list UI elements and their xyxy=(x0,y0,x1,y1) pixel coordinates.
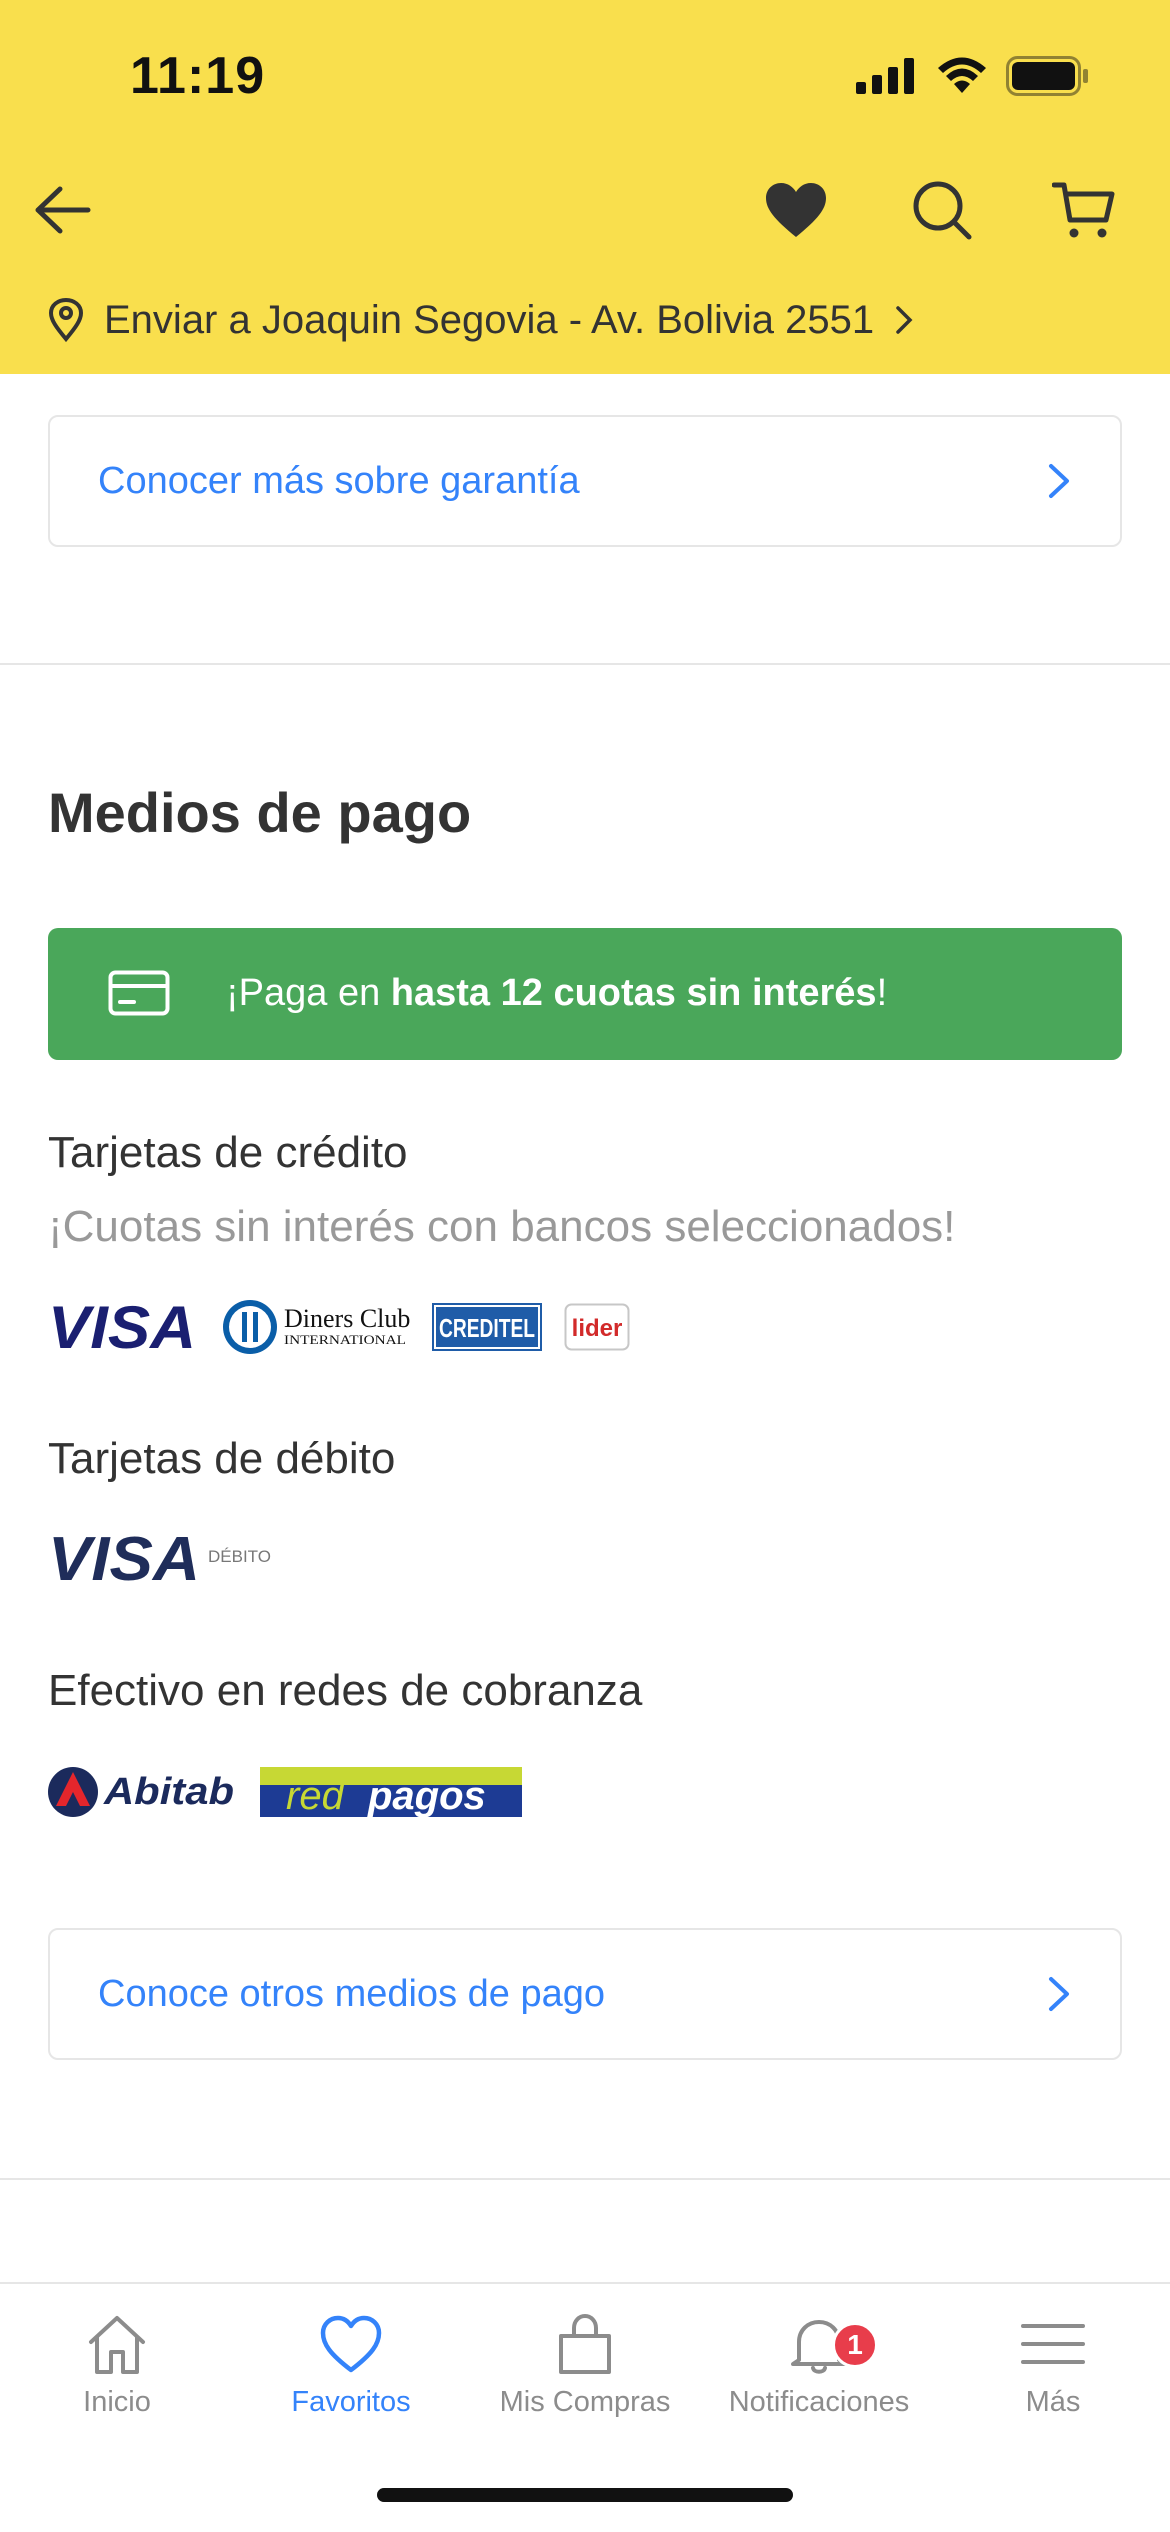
creditel-logo: CREDITEL xyxy=(432,1303,542,1351)
header-nav xyxy=(0,160,1170,250)
shipping-address[interactable]: Enviar a Joaquin Segovia - Av. Bolivia 2… xyxy=(48,290,914,350)
tab-label: Inicio xyxy=(83,2386,151,2418)
search-icon xyxy=(913,181,972,240)
back-button[interactable] xyxy=(22,170,102,250)
home-indicator[interactable] xyxy=(377,2488,793,2502)
tab-label: Más xyxy=(1025,2386,1081,2418)
tab-favoritos[interactable]: Favoritos xyxy=(234,2312,468,2419)
tab-notificaciones[interactable]: 1 Notificaciones xyxy=(702,2312,936,2419)
arrow-left-icon xyxy=(35,186,91,234)
credit-card-icon xyxy=(108,970,170,1021)
section-divider xyxy=(0,2178,1170,2180)
svg-text:red: red xyxy=(286,1774,346,1817)
app-header: 11:19 Enviar a Joaquin Segovia - Av. Bol… xyxy=(0,0,1170,374)
guarantee-link[interactable]: Conocer más sobre garantía xyxy=(48,415,1122,547)
credit-cards-subtitle: ¡Cuotas sin interés con bancos seleccion… xyxy=(48,1202,956,1251)
redpagos-logo: red pagos xyxy=(260,1767,522,1817)
tab-inicio[interactable]: Inicio xyxy=(0,2312,234,2419)
abitab-logo: Abitab xyxy=(48,1767,234,1817)
notification-badge: 1 xyxy=(832,2322,878,2368)
favorites-button[interactable] xyxy=(756,170,836,250)
payment-methods-title: Medios de pago xyxy=(48,781,472,844)
svg-text:pagos: pagos xyxy=(367,1774,486,1817)
status-bar: 11:19 xyxy=(0,0,1170,150)
heart-filled-icon xyxy=(766,183,826,237)
tab-mis-compras[interactable]: Mis Compras xyxy=(468,2312,702,2419)
tab-label: Notificaciones xyxy=(728,2386,910,2418)
cart-button[interactable] xyxy=(1044,170,1124,250)
visa-debit-logo: VISA DÉBITO xyxy=(48,1528,271,1584)
chevron-right-icon xyxy=(1049,464,1069,498)
installments-banner-text: ¡Paga en hasta 12 cuotas sin interés! xyxy=(226,972,887,1015)
cash-networks-title: Efectivo en redes de cobranza xyxy=(48,1666,643,1715)
svg-text:Diners Club: Diners Club xyxy=(284,1304,410,1333)
cart-icon xyxy=(1052,182,1115,238)
svg-text:VISA: VISA xyxy=(48,1528,200,1584)
guarantee-link-label: Conocer más sobre garantía xyxy=(98,459,580,502)
svg-text:INTERNATIONAL: INTERNATIONAL xyxy=(284,1332,406,1347)
credit-card-logos: VISA Diners Club INTERNATIONAL CREDITEL … xyxy=(48,1300,630,1354)
diners-club-logo: Diners Club INTERNATIONAL xyxy=(223,1300,410,1354)
svg-text:lider: lider xyxy=(572,1315,623,1342)
svg-text:Abitab: Abitab xyxy=(103,1771,234,1813)
promo-suffix: ! xyxy=(876,972,888,1014)
status-time: 11:19 xyxy=(130,47,266,105)
promo-highlight: hasta 12 cuotas sin interés xyxy=(390,972,877,1014)
wifi-icon xyxy=(936,57,988,100)
credit-cards-title: Tarjetas de crédito xyxy=(48,1128,408,1177)
battery-icon xyxy=(1006,56,1090,101)
tab-label: Favoritos xyxy=(291,2386,411,2418)
signal-icon xyxy=(856,58,918,99)
status-icons xyxy=(856,56,1090,101)
installments-banner: ¡Paga en hasta 12 cuotas sin interés! xyxy=(48,928,1122,1060)
tab-label: Mis Compras xyxy=(499,2386,671,2418)
tab-mas[interactable]: Más xyxy=(936,2312,1170,2419)
svg-text:DÉBITO: DÉBITO xyxy=(208,1547,271,1566)
lider-logo: lider xyxy=(564,1303,630,1351)
heart-icon xyxy=(320,2315,382,2373)
search-button[interactable] xyxy=(902,170,982,250)
shopping-bag-icon xyxy=(559,2313,611,2374)
other-payment-methods-link[interactable]: Conoce otros medios de pago xyxy=(48,1928,1122,2060)
visa-logo: VISA xyxy=(48,1300,196,1354)
svg-text:CREDITEL: CREDITEL xyxy=(439,1313,535,1343)
debit-card-logos: VISA DÉBITO xyxy=(48,1528,278,1584)
debit-cards-title: Tarjetas de débito xyxy=(48,1434,396,1483)
location-pin-icon xyxy=(48,298,84,342)
chevron-right-icon xyxy=(1049,1977,1069,2011)
promo-prefix: ¡Paga en xyxy=(226,972,391,1014)
other-payment-methods-label: Conoce otros medios de pago xyxy=(98,1972,605,2015)
section-divider xyxy=(0,663,1170,665)
shipping-address-text: Enviar a Joaquin Segovia - Av. Bolivia 2… xyxy=(104,297,875,342)
svg-text:VISA: VISA xyxy=(48,1300,196,1354)
home-icon xyxy=(89,2316,145,2374)
chevron-right-icon xyxy=(896,306,913,334)
menu-icon xyxy=(1021,2324,1085,2364)
cash-network-logos: Abitab red pagos xyxy=(48,1766,522,1818)
